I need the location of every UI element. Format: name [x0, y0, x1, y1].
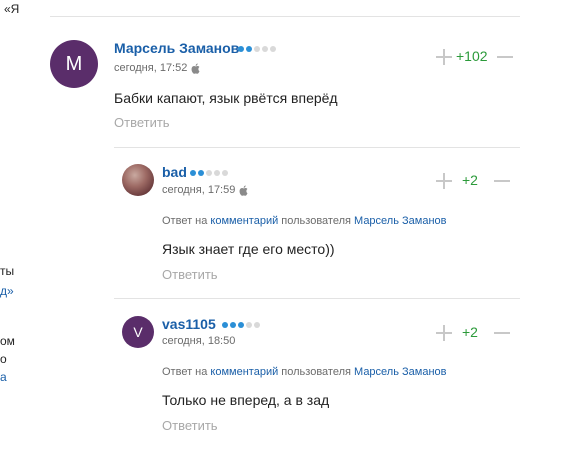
reply-to-line: Ответ на комментарий пользователя Марсел… [162, 215, 447, 227]
comment-text: Бабки капают, язык рвётся вперёд [114, 90, 338, 106]
reply-to-user-link[interactable]: Марсель Заманов [354, 215, 446, 227]
reply-button[interactable]: Ответить [162, 267, 218, 282]
avatar-letter: V [133, 324, 143, 340]
comment-text: Язык знает где его место)) [162, 241, 335, 257]
rating-dot [254, 46, 260, 52]
reply-to-comment-link[interactable]: комментарий [210, 215, 278, 227]
rating-dot [270, 46, 276, 52]
left-fragment-top: «Я [4, 2, 20, 16]
score: +2 [462, 324, 478, 340]
comment-time: сегодня, 17:52 [114, 62, 188, 74]
reply-to-middle: пользователя [281, 366, 351, 378]
rating-dot [246, 46, 252, 52]
comment-meta: сегодня, 17:59 [162, 184, 248, 196]
rating-dot [222, 322, 228, 328]
avatar-photo[interactable] [122, 164, 154, 196]
author-name[interactable]: vas1105 [162, 316, 216, 332]
left-fragment-3: ом [0, 334, 15, 348]
left-fragment-4: о [0, 352, 7, 366]
downvote-button[interactable] [494, 325, 510, 341]
divider-top [50, 16, 520, 17]
avatar[interactable]: V [122, 316, 154, 348]
rating-dot [198, 170, 204, 176]
rating-dot [230, 322, 236, 328]
reply-button[interactable]: Ответить [162, 418, 218, 433]
downvote-button[interactable] [497, 49, 513, 65]
score: +2 [462, 172, 478, 188]
reply-to-middle: пользователя [281, 215, 351, 227]
comment-time: сегодня, 17:59 [162, 184, 236, 196]
avatar-letter: М [65, 52, 83, 75]
downvote-button[interactable] [494, 173, 510, 189]
score: +102 [456, 48, 488, 64]
upvote-button[interactable] [436, 173, 452, 189]
rating-dot [246, 322, 252, 328]
divider-2 [114, 298, 520, 299]
left-fragment-2[interactable]: д» [0, 284, 14, 298]
reply-to-comment-link[interactable]: комментарий [210, 366, 278, 378]
rating-dots [190, 170, 228, 176]
comment-meta: сегодня, 18:50 [162, 335, 235, 347]
reply-to-prefix: Ответ на [162, 215, 208, 227]
left-fragment-5[interactable]: а [0, 370, 7, 384]
upvote-button[interactable] [436, 49, 452, 65]
rating-dot [262, 46, 268, 52]
apple-icon [191, 63, 200, 74]
rating-dot [206, 170, 212, 176]
rating-dots [222, 322, 260, 328]
rating-dot [238, 46, 244, 52]
comment-time: сегодня, 18:50 [162, 335, 236, 347]
left-fragment-1: ты [0, 264, 15, 278]
comment-text: Только не вперед, а в зад [162, 392, 330, 408]
reply-to-user-link[interactable]: Марсель Заманов [354, 366, 446, 378]
avatar[interactable]: М [50, 40, 98, 88]
author-name[interactable]: Марсель Заманов [114, 40, 239, 56]
rating-dot [190, 170, 196, 176]
rating-dots [238, 46, 276, 52]
comment-meta: сегодня, 17:52 [114, 62, 200, 74]
rating-dot [222, 170, 228, 176]
author-name[interactable]: bad [162, 164, 187, 180]
rating-dot [254, 322, 260, 328]
reply-button[interactable]: Ответить [114, 115, 170, 130]
divider-1 [114, 147, 520, 148]
rating-dot [214, 170, 220, 176]
apple-icon [239, 185, 248, 196]
reply-to-prefix: Ответ на [162, 366, 208, 378]
upvote-button[interactable] [436, 325, 452, 341]
rating-dot [238, 322, 244, 328]
reply-to-line: Ответ на комментарий пользователя Марсел… [162, 366, 447, 378]
